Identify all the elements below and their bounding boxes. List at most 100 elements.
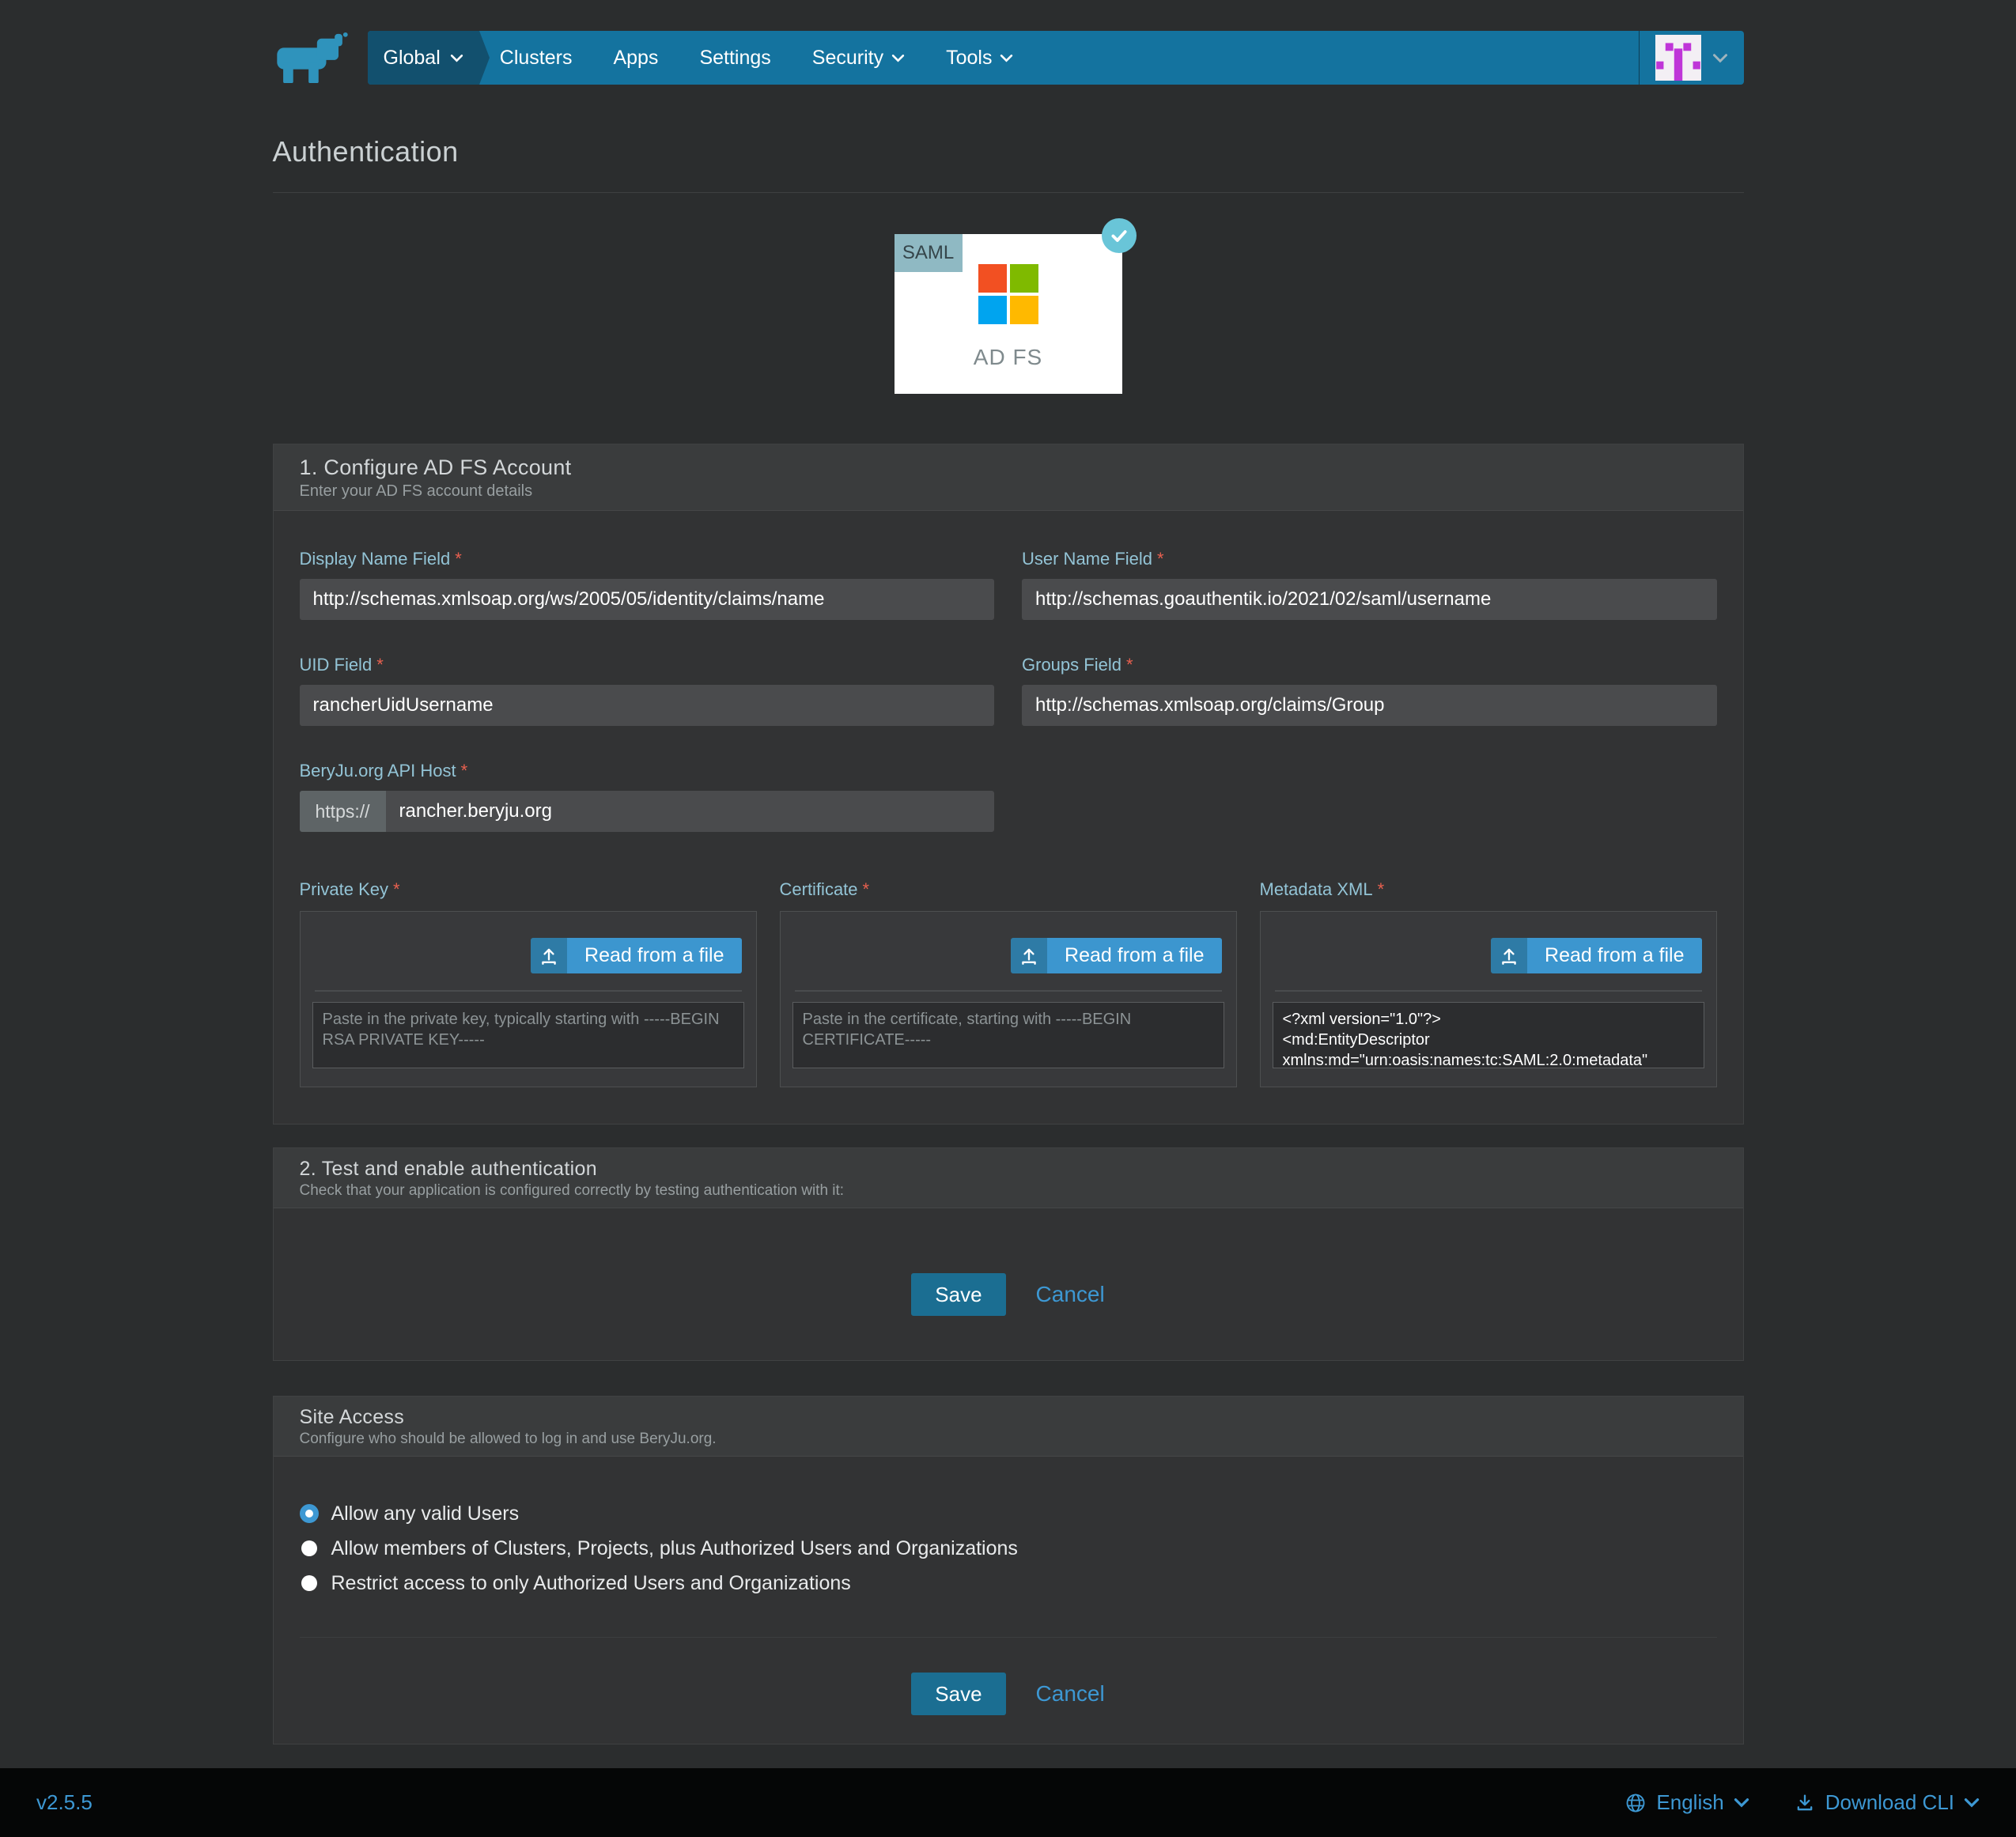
page-title: Authentication (273, 135, 1744, 168)
uid-input[interactable] (300, 685, 995, 726)
certificate-textarea[interactable] (792, 1002, 1224, 1068)
private-key-box: Read from a file (300, 911, 757, 1087)
site-access-divider (300, 1637, 1717, 1638)
nav-item-label: Settings (699, 47, 770, 70)
upload-icon (531, 938, 567, 973)
metadata-xml-label: Metadata XML (1260, 879, 1373, 899)
language-selector[interactable]: English (1625, 1790, 1749, 1815)
footer: v2.5.5 English Download CLI (0, 1768, 2016, 1837)
field-display-name: Display Name Field* (300, 549, 995, 620)
main-nav: Global Clusters Apps Settings Security (368, 31, 1744, 85)
metadata-xml-textarea[interactable]: <?xml version="1.0"?> <md:EntityDescript… (1273, 1002, 1704, 1068)
download-cli-label: Download CLI (1825, 1790, 1954, 1815)
nav-item-security[interactable]: Security (792, 31, 925, 85)
required-asterisk: * (393, 879, 400, 899)
chevron-down-icon (1964, 1797, 1980, 1808)
section-configure-header: 1. Configure AD FS Account Enter your AD… (274, 444, 1743, 511)
chevron-down-icon (1712, 53, 1728, 63)
section-title: 1. Configure AD FS Account (300, 455, 1717, 480)
nav-spacer (1034, 31, 1638, 85)
check-icon (1109, 225, 1129, 246)
filebox-divider (315, 990, 742, 992)
user-menu[interactable] (1639, 31, 1744, 85)
groups-label: Groups Field (1022, 655, 1121, 675)
site-access-header: Site Access Configure who should be allo… (274, 1397, 1743, 1457)
section-test-header: 2. Test and enable authentication Check … (274, 1148, 1743, 1208)
field-api-host: BeryJu.org API Host* https:// (300, 761, 995, 832)
nav-global-label: Global (384, 47, 441, 70)
api-host-input[interactable] (386, 791, 994, 832)
ms-square-blue (978, 296, 1007, 324)
field-groups: Groups Field* (1022, 655, 1717, 726)
section-test-enable: 2. Test and enable authentication Check … (273, 1147, 1744, 1361)
required-asterisk: * (455, 549, 462, 569)
display-name-input[interactable] (300, 579, 995, 620)
required-asterisk: * (1126, 655, 1133, 675)
nav-item-clusters[interactable]: Clusters (479, 31, 593, 85)
language-label: English (1656, 1790, 1723, 1815)
upload-icon (1011, 938, 1047, 973)
required-asterisk: * (863, 879, 870, 899)
section-configure-account: 1. Configure AD FS Account Enter your AD… (273, 444, 1744, 1125)
auth-provider-card-adfs[interactable]: SAML AD FS (895, 234, 1122, 394)
certificate-read-file-button[interactable]: Read from a file (1011, 938, 1221, 973)
nav-item-global[interactable]: Global (368, 31, 479, 85)
read-file-button-label: Read from a file (567, 938, 741, 973)
radio-label: Allow members of Clusters, Projects, plu… (331, 1537, 1018, 1560)
site-access-cancel-link[interactable]: Cancel (1036, 1681, 1105, 1707)
globe-icon (1625, 1792, 1647, 1814)
ms-square-yellow (1010, 296, 1038, 324)
certificate-box: Read from a file (780, 911, 1237, 1087)
save-button[interactable]: Save (911, 1273, 1005, 1316)
field-user-name: User Name Field* (1022, 549, 1717, 620)
nav-item-tools[interactable]: Tools (925, 31, 1034, 85)
section-site-access: Site Access Configure who should be allo… (273, 1396, 1744, 1744)
radio-label: Restrict access to only Authorized Users… (331, 1572, 851, 1595)
required-asterisk: * (461, 761, 468, 781)
radio-unselected-icon (301, 1540, 317, 1556)
download-cli-menu[interactable]: Download CLI (1794, 1790, 1980, 1815)
radio-restrict-authorized-only[interactable]: Restrict access to only Authorized Users… (300, 1566, 1717, 1601)
private-key-textarea[interactable] (312, 1002, 744, 1068)
nav-item-apps[interactable]: Apps (592, 31, 679, 85)
read-file-button-label: Read from a file (1047, 938, 1221, 973)
protocol-prefix: https:// (300, 791, 386, 832)
rancher-logo[interactable] (273, 31, 368, 85)
section-subtitle: Configure who should be allowed to log i… (300, 1431, 1717, 1448)
metadata-xml-read-file-button[interactable]: Read from a file (1491, 938, 1701, 973)
api-host-label: BeryJu.org API Host (300, 761, 456, 781)
display-name-label: Display Name Field (300, 549, 451, 569)
saml-badge: SAML (895, 234, 963, 272)
radio-allow-any-valid-users[interactable]: Allow any valid Users (300, 1496, 1717, 1531)
section-subtitle: Enter your AD FS account details (300, 482, 1717, 501)
required-asterisk: * (1157, 549, 1164, 569)
version-link[interactable]: v2.5.5 (36, 1790, 93, 1815)
uid-label: UID Field (300, 655, 373, 675)
radio-allow-members-clusters-projects[interactable]: Allow members of Clusters, Projects, plu… (300, 1531, 1717, 1566)
upload-icon (1491, 938, 1527, 973)
radio-unselected-icon (301, 1575, 317, 1591)
chevron-down-icon (1734, 1797, 1749, 1808)
selected-check-badge (1102, 218, 1137, 253)
user-name-input[interactable] (1022, 579, 1717, 620)
cancel-link[interactable]: Cancel (1036, 1282, 1105, 1307)
avatar (1655, 35, 1701, 81)
provider-name: AD FS (895, 345, 1122, 370)
nav-item-label: Security (812, 47, 883, 70)
radio-label: Allow any valid Users (331, 1502, 520, 1525)
ms-square-green (1010, 264, 1038, 293)
private-key-read-file-button[interactable]: Read from a file (531, 938, 741, 973)
groups-input[interactable] (1022, 685, 1717, 726)
radio-selected-icon (300, 1504, 319, 1523)
top-header: Global Clusters Apps Settings Security (0, 0, 2016, 85)
user-name-label: User Name Field (1022, 549, 1152, 569)
section-title: 2. Test and enable authentication (300, 1158, 1717, 1181)
nav-item-settings[interactable]: Settings (679, 31, 791, 85)
filebox-divider (1275, 990, 1702, 992)
nav-item-label: Apps (613, 47, 658, 70)
field-metadata-xml: Metadata XML* Read from a file (1260, 879, 1717, 1087)
section-title: Site Access (300, 1406, 1717, 1429)
site-access-save-button[interactable]: Save (911, 1673, 1005, 1715)
download-icon (1794, 1792, 1816, 1814)
nav-item-label: Tools (946, 47, 992, 70)
